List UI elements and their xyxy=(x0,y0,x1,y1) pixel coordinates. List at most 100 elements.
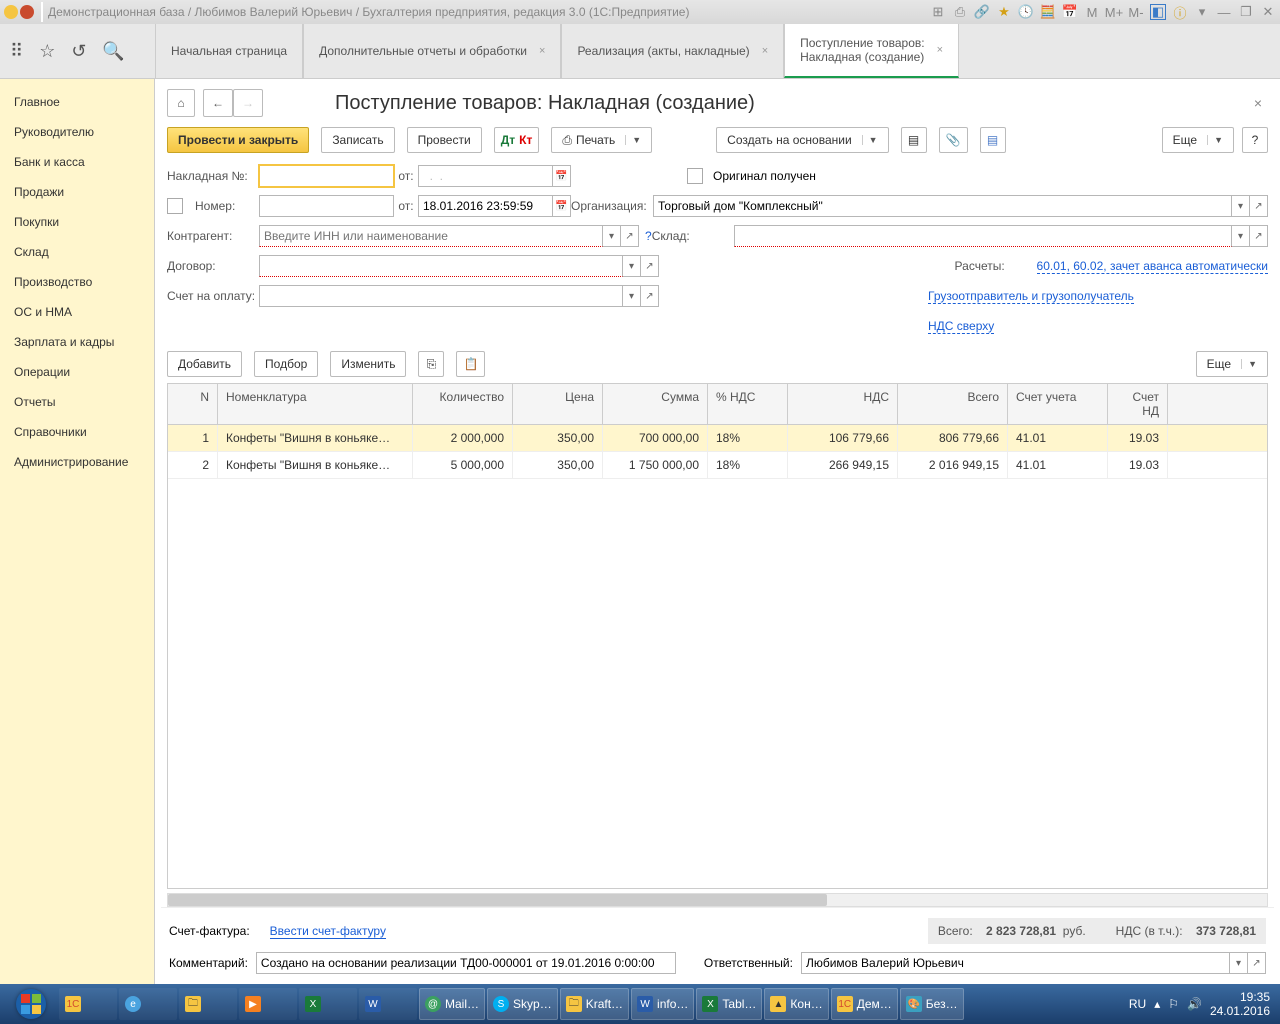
table-row[interactable]: 2Конфеты "Вишня в коньяке…5 000,000350,0… xyxy=(168,452,1267,479)
dropdown-icon[interactable]: ▾ xyxy=(623,285,641,307)
sidebar-item-sales[interactable]: Продажи xyxy=(0,177,154,207)
col-total[interactable]: Всего xyxy=(898,384,1008,424)
sidebar-item-warehouse[interactable]: Склад xyxy=(0,237,154,267)
paste-button[interactable]: 📋 xyxy=(456,351,485,377)
pick-button[interactable]: Подбор xyxy=(254,351,318,377)
dropdown-icon[interactable]: ▾ xyxy=(1230,952,1248,974)
forward-button[interactable]: → xyxy=(233,89,263,117)
sidebar-item-refs[interactable]: Справочники xyxy=(0,417,154,447)
sidebar-item-payroll[interactable]: Зарплата и кадры xyxy=(0,327,154,357)
contract-field[interactable] xyxy=(259,255,623,277)
copy-button[interactable]: ⎘ xyxy=(418,351,444,377)
calc-link[interactable]: 60.01, 60.02, зачет аванса автоматически xyxy=(1037,259,1268,274)
open-icon[interactable]: ↗ xyxy=(1250,195,1268,217)
task-player[interactable]: ▶ xyxy=(239,988,297,1020)
maximize-icon[interactable]: ❐ xyxy=(1238,4,1254,20)
back-button[interactable]: ← xyxy=(203,89,233,117)
col-vatp[interactable]: % НДС xyxy=(708,384,788,424)
titlebar-icon[interactable]: ⎙ xyxy=(952,4,968,20)
sidebar-item-main[interactable]: Главное xyxy=(0,87,154,117)
post-close-button[interactable]: Провести и закрыть xyxy=(167,127,309,153)
sidebar-item-os[interactable]: ОС и НМА xyxy=(0,297,154,327)
doc-date-field[interactable] xyxy=(418,195,553,217)
close-icon[interactable]: ✕ xyxy=(1260,4,1276,20)
post-button[interactable]: Провести xyxy=(407,127,482,153)
lang-indicator[interactable]: RU xyxy=(1129,997,1146,1011)
flag-icon[interactable]: ⚐ xyxy=(1168,997,1179,1011)
dropdown-icon[interactable]: ▾ xyxy=(603,225,621,247)
invoice-date-field[interactable] xyxy=(418,165,553,187)
m-minus-icon[interactable]: M- xyxy=(1128,4,1144,20)
col-qty[interactable]: Количество xyxy=(413,384,513,424)
info-icon[interactable]: ⓘ xyxy=(1172,4,1188,20)
task-kon[interactable]: ▲Кон… xyxy=(764,988,828,1020)
tab-reports[interactable]: Дополнительные отчеты и обработки× xyxy=(303,24,561,78)
table-more-button[interactable]: Еще▼ xyxy=(1196,351,1268,377)
close-icon[interactable]: × xyxy=(937,44,943,56)
task-mail[interactable]: @Mail… xyxy=(419,988,485,1020)
tab-sales[interactable]: Реализация (акты, накладные)× xyxy=(561,24,784,78)
dt-kt-button[interactable]: ДтКт xyxy=(494,127,540,153)
help-icon[interactable]: ? xyxy=(645,229,652,243)
dropdown-icon[interactable]: ▾ xyxy=(1232,195,1250,217)
create-based-button[interactable]: Создать на основании▼ xyxy=(716,127,888,153)
task-tabl[interactable]: XTabl… xyxy=(696,988,762,1020)
original-checkbox[interactable] xyxy=(687,168,703,184)
close-icon[interactable]: × xyxy=(1254,95,1262,111)
task-bez[interactable]: 🎨Без… xyxy=(900,988,964,1020)
apps-icon[interactable]: ⠿ xyxy=(10,41,23,62)
number-field[interactable] xyxy=(259,195,394,217)
task-kraft[interactable]: 🗀Kraft… xyxy=(560,988,629,1020)
attach-button[interactable]: 📎 xyxy=(939,127,968,153)
calc-icon[interactable]: 🧮 xyxy=(1040,4,1056,20)
table-row[interactable]: 1Конфеты "Вишня в коньяке…2 000,000350,0… xyxy=(168,425,1267,452)
minimize-icon[interactable]: — xyxy=(1216,4,1232,20)
tab-start[interactable]: Начальная страница xyxy=(155,24,303,78)
comment-field[interactable] xyxy=(256,952,676,974)
dropdown-icon[interactable]: ▾ xyxy=(623,255,641,277)
search-icon[interactable]: 🔍 xyxy=(102,41,124,62)
vat-link[interactable]: НДС сверху xyxy=(928,319,994,334)
calendar-icon[interactable]: 📅 xyxy=(553,195,571,217)
m-icon[interactable]: M xyxy=(1084,4,1100,20)
enter-sf-link[interactable]: Ввести счет-фактуру xyxy=(270,924,386,939)
task-skype[interactable]: SSkyp… xyxy=(487,988,558,1020)
close-icon[interactable]: × xyxy=(539,45,545,57)
titlebar-icon[interactable]: ⊞ xyxy=(930,4,946,20)
sidebar-item-bank[interactable]: Банк и касса xyxy=(0,147,154,177)
sidebar-item-operations[interactable]: Операции xyxy=(0,357,154,387)
invoice-no-field[interactable] xyxy=(259,165,394,187)
m-plus-icon[interactable]: M+ xyxy=(1106,4,1122,20)
sidebar-item-production[interactable]: Производство xyxy=(0,267,154,297)
open-icon[interactable]: ↗ xyxy=(1248,952,1266,974)
titlebar-icon[interactable]: 🔗 xyxy=(974,4,990,20)
dropdown-icon[interactable]: ▾ xyxy=(1194,4,1210,20)
col-acc2[interactable]: Счет НД xyxy=(1108,384,1168,424)
open-icon[interactable]: ↗ xyxy=(641,285,659,307)
star-icon[interactable]: ☆ xyxy=(39,41,55,62)
task-1c[interactable]: 1C xyxy=(59,988,117,1020)
list-button[interactable]: ▤ xyxy=(980,127,1006,153)
print-button[interactable]: ⎙Печать▼ xyxy=(551,127,652,153)
invoice-acc-field[interactable] xyxy=(259,285,623,307)
task-info[interactable]: Winfo… xyxy=(631,988,694,1020)
history-icon[interactable]: 🕓 xyxy=(1018,4,1034,20)
dropdown-icon[interactable]: ▾ xyxy=(1232,225,1250,247)
open-icon[interactable]: ↗ xyxy=(1250,225,1268,247)
panel-icon[interactable]: ◧ xyxy=(1150,4,1166,20)
task-word[interactable]: W xyxy=(359,988,417,1020)
more-button[interactable]: Еще▼ xyxy=(1162,127,1234,153)
col-name[interactable]: Номенклатура xyxy=(218,384,413,424)
save-button[interactable]: Записать xyxy=(321,127,394,153)
help-button[interactable]: ? xyxy=(1242,127,1268,153)
col-price[interactable]: Цена xyxy=(513,384,603,424)
col-vat[interactable]: НДС xyxy=(788,384,898,424)
sidebar-item-reports[interactable]: Отчеты xyxy=(0,387,154,417)
doc-type-icon[interactable] xyxy=(167,198,183,214)
task-dem[interactable]: 1CДем… xyxy=(831,988,898,1020)
horizontal-scrollbar[interactable] xyxy=(167,893,1268,907)
sidebar-item-admin[interactable]: Администрирование xyxy=(0,447,154,477)
volume-icon[interactable]: 🔊 xyxy=(1187,997,1202,1011)
col-sum[interactable]: Сумма xyxy=(603,384,708,424)
responsible-field[interactable] xyxy=(801,952,1230,974)
